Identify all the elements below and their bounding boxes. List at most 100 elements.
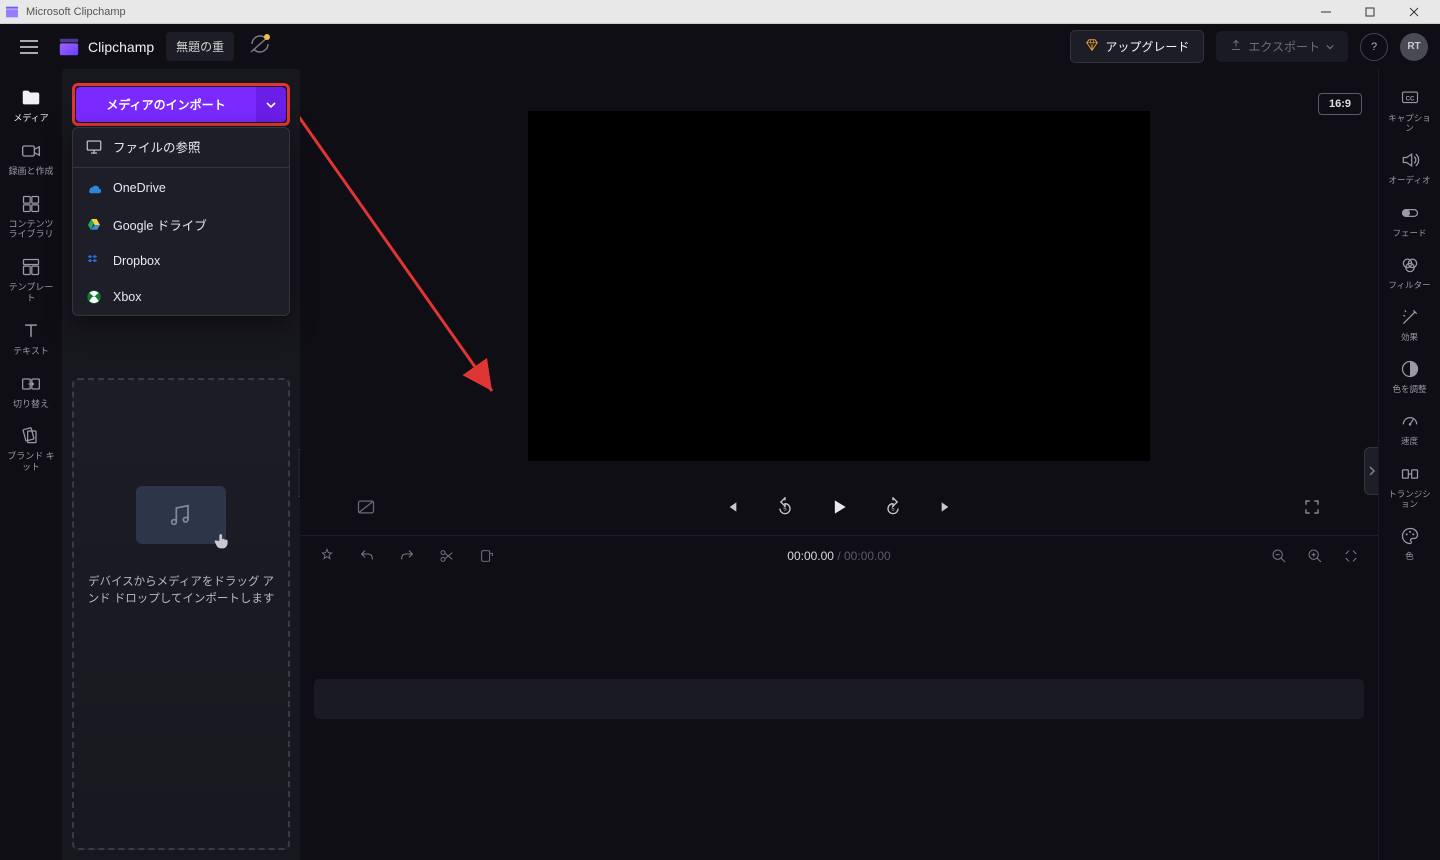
nav-label: 効果: [1401, 332, 1418, 342]
nav-templates[interactable]: テンプレー ト: [0, 248, 62, 312]
nav-label: ブランド キ ット: [7, 451, 55, 473]
chevron-down-icon: [266, 100, 276, 110]
chevron-right-icon: [1369, 466, 1375, 476]
export-label: エクスポート: [1248, 38, 1320, 55]
upgrade-button[interactable]: アップグレード: [1070, 30, 1204, 63]
left-nav: メディア 録画と作成 コンテンツ ライブラリ テンプレー ト テキスト 切り替え…: [0, 69, 62, 860]
preview-canvas[interactable]: [528, 111, 1150, 461]
onedrive-icon: [85, 179, 103, 197]
timeline-time: 00:00.00 / 00:00.00: [787, 549, 890, 563]
nav-label: 録画と作成: [8, 166, 53, 177]
nav-label: テンプレー ト: [9, 282, 54, 304]
import-menu-onedrive[interactable]: OneDrive: [73, 170, 289, 206]
svg-text:5: 5: [783, 506, 786, 512]
fullscreen-button[interactable]: [1294, 489, 1330, 525]
fade-icon: [1399, 202, 1421, 224]
rnav-speed[interactable]: 速度: [1379, 402, 1440, 454]
close-button[interactable]: [1392, 0, 1436, 24]
diamond-icon: [1085, 38, 1099, 55]
menu-item-label: Google ドライブ: [113, 215, 207, 234]
nav-brandkit[interactable]: ブランド キ ット: [0, 417, 62, 481]
filters-icon: [1399, 254, 1421, 276]
zoom-out-button[interactable]: [1266, 543, 1292, 569]
timeline-body[interactable]: [300, 575, 1378, 860]
wand-icon: [1399, 306, 1421, 328]
import-menu-gdrive[interactable]: Google ドライブ: [73, 206, 289, 243]
zoom-in-button[interactable]: [1302, 543, 1328, 569]
marker-button[interactable]: [474, 543, 500, 569]
right-nav: CC キャプショ ン オーディオ フェード フィルター 効果 色を調整 速度: [1378, 69, 1440, 860]
rnav-transition[interactable]: トランジシ ョン: [1379, 455, 1440, 517]
clipchamp-logo-icon: [4, 4, 20, 20]
rnav-fade[interactable]: フェード: [1379, 194, 1440, 246]
play-button[interactable]: [821, 489, 857, 525]
skip-forward-button[interactable]: [929, 489, 965, 525]
nav-label: トランジシ ョン: [1388, 489, 1431, 509]
rnav-adjust[interactable]: 色を調整: [1379, 350, 1440, 402]
menu-item-label: Xbox: [113, 290, 142, 304]
rnav-filters[interactable]: フィルター: [1379, 246, 1440, 298]
timeline-track[interactable]: [314, 679, 1364, 719]
nav-media[interactable]: メディア: [0, 79, 62, 132]
nav-text[interactable]: テキスト: [0, 312, 62, 365]
noimage-toggle-button[interactable]: [348, 489, 384, 525]
nav-label: コンテンツ ライブラリ: [8, 219, 53, 241]
avatar[interactable]: RT: [1400, 33, 1428, 61]
hand-icon: [212, 530, 234, 552]
palette-icon: [1399, 525, 1421, 547]
forward-button[interactable]: 5: [875, 489, 911, 525]
minimize-button[interactable]: [1304, 0, 1348, 24]
nav-library[interactable]: コンテンツ ライブラリ: [0, 185, 62, 249]
help-button[interactable]: ?: [1360, 33, 1388, 61]
project-title-input[interactable]: 無題の重: [166, 32, 234, 61]
rewind-button[interactable]: 5: [767, 489, 803, 525]
import-menu-browse[interactable]: ファイルの参照: [73, 128, 289, 165]
nav-label: 切り替え: [13, 399, 49, 410]
menu-item-label: OneDrive: [113, 181, 166, 195]
import-media-button[interactable]: メディアのインポート: [76, 87, 256, 122]
import-button-highlight: メディアのインポート: [72, 83, 290, 126]
nav-label: メディア: [13, 113, 48, 124]
fit-button[interactable]: [1338, 543, 1364, 569]
timeline-toolbar: 00:00.00 / 00:00.00: [300, 535, 1378, 575]
clipchamp-logo-icon: [58, 36, 80, 58]
music-notes-icon: [167, 501, 195, 529]
text-icon: [20, 320, 42, 342]
brandkit-icon: [20, 425, 42, 447]
media-dropzone[interactable]: デバイスからメディアをドラッグ アンド ドロップしてインポートします: [72, 378, 290, 850]
rnav-captions[interactable]: CC キャプショ ン: [1379, 79, 1440, 141]
export-button[interactable]: エクスポート: [1216, 31, 1348, 62]
rnav-audio[interactable]: オーディオ: [1379, 141, 1440, 193]
nav-record[interactable]: 録画と作成: [0, 132, 62, 185]
aspect-ratio-button[interactable]: 16:9: [1318, 93, 1362, 115]
menu-button[interactable]: [12, 30, 46, 64]
contrast-icon: [1399, 358, 1421, 380]
current-time: 00:00.00: [787, 549, 834, 563]
total-duration: 00:00.00: [844, 549, 891, 563]
preview-zone: 16:9: [300, 69, 1378, 479]
auto-save-icon[interactable]: [248, 32, 272, 61]
svg-text:5: 5: [891, 506, 894, 512]
center-area: 16:9 5 5 00:00.00: [300, 69, 1378, 860]
split-button[interactable]: [434, 543, 460, 569]
rnav-effects[interactable]: 効果: [1379, 298, 1440, 350]
expand-right-panel-button[interactable]: [1364, 447, 1378, 495]
nav-label: フェード: [1392, 228, 1426, 238]
speaker-icon: [1399, 149, 1421, 171]
import-menu-xbox[interactable]: Xbox: [73, 279, 289, 315]
menu-item-label: Dropbox: [113, 254, 160, 268]
undo-button[interactable]: [354, 543, 380, 569]
titlebar: Microsoft Clipchamp: [0, 0, 1440, 24]
maximize-button[interactable]: [1348, 0, 1392, 24]
brand[interactable]: Clipchamp: [58, 36, 154, 58]
nav-label: キャプショ ン: [1388, 113, 1431, 133]
redo-button[interactable]: [394, 543, 420, 569]
auto-button[interactable]: [314, 543, 340, 569]
brand-name: Clipchamp: [88, 39, 154, 55]
import-dropdown-button[interactable]: [256, 87, 286, 122]
chevron-down-icon: [1326, 40, 1334, 54]
rnav-color[interactable]: 色: [1379, 517, 1440, 569]
import-menu-dropbox[interactable]: Dropbox: [73, 243, 289, 279]
skip-back-button[interactable]: [713, 489, 749, 525]
nav-transitions[interactable]: 切り替え: [0, 365, 62, 418]
